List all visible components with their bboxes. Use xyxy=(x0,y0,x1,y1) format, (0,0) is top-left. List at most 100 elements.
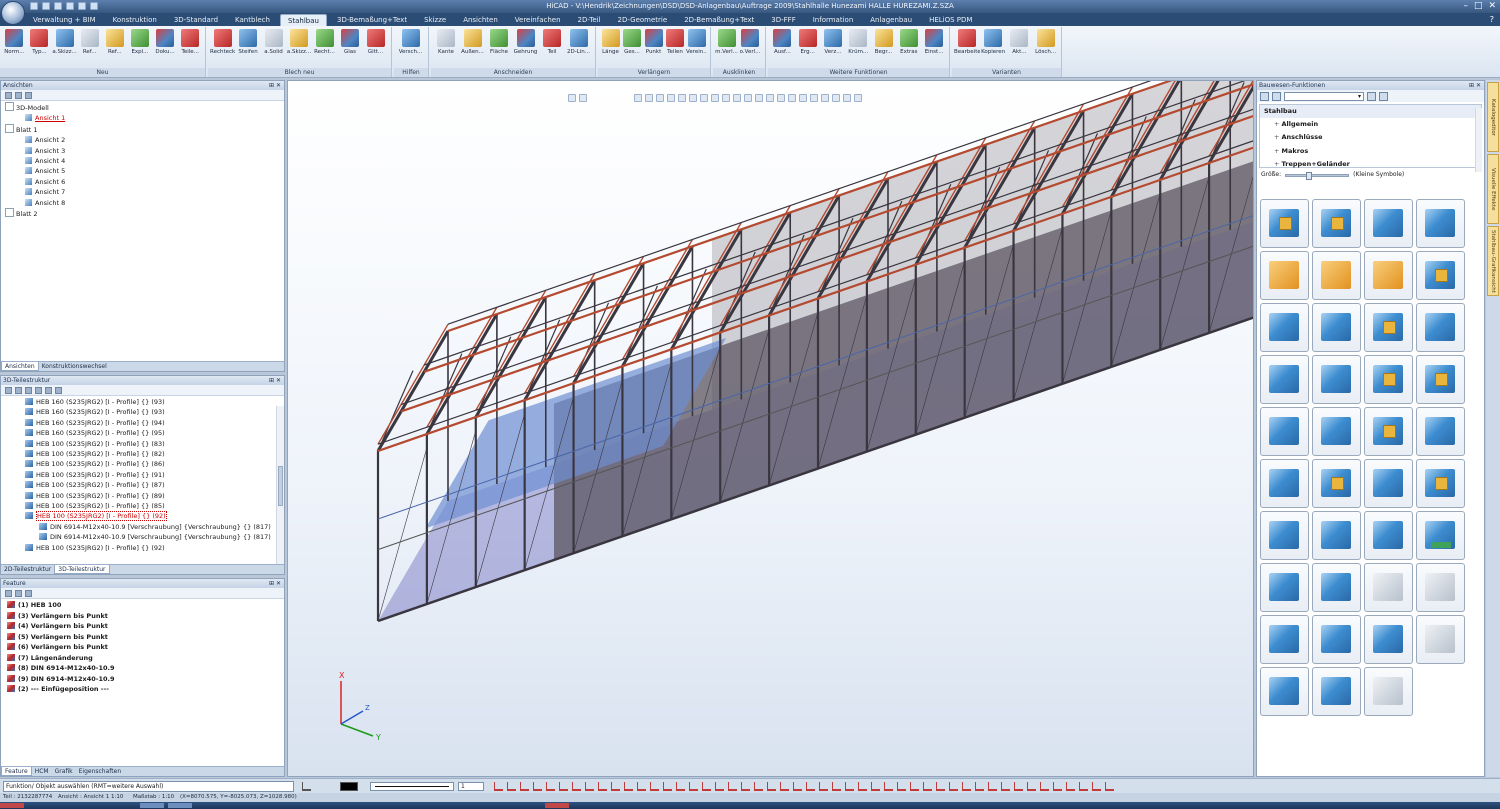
level-2-icon[interactable] xyxy=(45,387,52,394)
steel-function-icon[interactable] xyxy=(1260,251,1309,300)
catalog-tree-item[interactable]: Anschlüsse xyxy=(1264,131,1481,144)
feature-item[interactable]: (9) DIN 6914-M12x40-10.9 xyxy=(3,674,282,685)
view-tree-item[interactable]: Ansicht 1 xyxy=(3,113,282,123)
ribbon-button-0-7[interactable]: Teile... xyxy=(178,27,203,56)
steel-function-icon[interactable] xyxy=(1260,563,1309,612)
tab-4[interactable]: Stahlbau xyxy=(279,14,327,26)
ribbon-button-3-0[interactable]: Kante xyxy=(433,27,459,56)
steel-function-icon[interactable] xyxy=(1312,303,1361,352)
size-slider-knob[interactable] xyxy=(1306,171,1313,180)
catalog-tree-header[interactable]: Stahlbau xyxy=(1260,105,1481,119)
ribbon-button-6-3[interactable]: Krüm... xyxy=(846,27,871,56)
part-tree-item[interactable]: HEB 160 (S235JRG2) [I - Profile] {} (95) xyxy=(25,428,282,438)
tab-11[interactable]: 2D-Bemaßung+Text xyxy=(677,14,761,26)
ribbon-button-7-3[interactable]: Lösch... xyxy=(1033,27,1059,56)
ribbon-button-0-6[interactable]: Doku... xyxy=(153,27,178,56)
cad-tool-icon[interactable] xyxy=(507,782,516,791)
tab-0[interactable]: Verwaltung + BIM xyxy=(26,14,103,26)
steel-function-icon[interactable] xyxy=(1416,355,1465,404)
cad-tool-icon[interactable] xyxy=(858,782,867,791)
panel-tab-0[interactable]: 2D-Teilestruktur xyxy=(1,565,54,574)
ribbon-button-6-2[interactable]: Verz... xyxy=(821,27,846,56)
ribbon-button-1-5[interactable]: Glas xyxy=(338,27,363,56)
ribbon-button-0-0[interactable]: Norm... xyxy=(2,27,27,56)
tab-9[interactable]: 2D-Teil xyxy=(571,14,608,26)
steel-function-icon[interactable] xyxy=(1312,667,1361,716)
part-tree-item[interactable]: HEB 100 (S235JRG2) [I - Profile] {} (87) xyxy=(25,480,282,490)
part-tree-item[interactable]: HEB 160 (S235JRG2) [I - Profile] {} (94) xyxy=(25,418,282,428)
part-tree-item[interactable]: HEB 100 (S235JRG2) [I - Profile] {} (83) xyxy=(25,439,282,449)
steel-function-icon[interactable] xyxy=(1260,303,1309,352)
cad-tool-icon[interactable] xyxy=(728,782,737,791)
color-picker[interactable] xyxy=(340,782,358,791)
steel-function-icon[interactable] xyxy=(1312,459,1361,508)
collapse-icon[interactable] xyxy=(15,92,22,99)
filter-icon[interactable] xyxy=(5,590,12,597)
steel-function-icon[interactable] xyxy=(1364,667,1413,716)
ribbon-button-0-5[interactable]: Expl... xyxy=(128,27,153,56)
search-icon[interactable] xyxy=(25,387,32,394)
cad-tool-icon[interactable] xyxy=(598,782,607,791)
view-tree-item[interactable]: Ansicht 3 xyxy=(3,146,282,156)
ribbon-button-1-4[interactable]: Recht... xyxy=(312,27,337,56)
steel-function-icon[interactable] xyxy=(1260,667,1309,716)
tab-14[interactable]: Anlagenbau xyxy=(863,14,919,26)
cad-tool-icon[interactable] xyxy=(1040,782,1049,791)
steel-hall-model[interactable]: X Y Z xyxy=(288,81,1254,777)
sort-icon[interactable] xyxy=(15,387,22,394)
tab-6[interactable]: Skizze xyxy=(417,14,453,26)
cad-tool-icon[interactable] xyxy=(962,782,971,791)
cad-tool-icon[interactable] xyxy=(884,782,893,791)
catalog-scrollbar[interactable] xyxy=(1475,108,1482,172)
view-tree-item[interactable]: Ansicht 5 xyxy=(3,166,282,176)
part-tree-item[interactable]: HEB 100 (S235JRG2) [I - Profile] {} (91) xyxy=(25,470,282,480)
ribbon-button-6-4[interactable]: Begr... xyxy=(871,27,896,56)
steel-function-icon[interactable] xyxy=(1260,459,1309,508)
ribbon-button-0-1[interactable]: Typ... xyxy=(27,27,52,56)
tab-8[interactable]: Vereinfachen xyxy=(508,14,568,26)
part-tree-item[interactable]: HEB 100 (S235JRG2) [I - Profile] {} (85) xyxy=(25,501,282,511)
ribbon-button-1-3[interactable]: a.Skizz... xyxy=(287,27,312,56)
ribbon-button-4-2[interactable]: Punkt xyxy=(643,27,664,56)
view-tree-item[interactable]: Ansicht 6 xyxy=(3,177,282,187)
steel-function-icon[interactable] xyxy=(1416,459,1465,508)
task-icon[interactable] xyxy=(140,803,164,808)
expand-icon[interactable] xyxy=(5,92,12,99)
steel-function-icon[interactable] xyxy=(1416,563,1465,612)
ribbon-button-0-4[interactable]: Ref... xyxy=(103,27,128,56)
side-tab-2[interactable]: Stahlbau-Grafikansicht xyxy=(1487,226,1499,296)
steel-function-icon[interactable] xyxy=(1416,407,1465,456)
ribbon-button-3-2[interactable]: Fläche xyxy=(486,27,512,56)
back-icon[interactable] xyxy=(1260,92,1269,101)
cad-tool-icon[interactable] xyxy=(845,782,854,791)
catalog-tree-item[interactable]: Allgemein xyxy=(1264,118,1481,131)
line-type-select[interactable] xyxy=(370,782,454,791)
pin-icon[interactable]: ⊞ ✕ xyxy=(269,81,281,90)
steel-function-icon[interactable] xyxy=(1364,511,1413,560)
ribbon-button-4-1[interactable]: Ges... xyxy=(622,27,643,56)
size-slider[interactable] xyxy=(1285,171,1350,180)
steel-function-icon[interactable] xyxy=(1260,615,1309,664)
3d-viewport[interactable]: X Y Z xyxy=(287,80,1254,777)
steel-function-icon[interactable] xyxy=(1364,303,1413,352)
ribbon-button-7-0[interactable]: Bearbeiten xyxy=(954,27,980,56)
purlin[interactable] xyxy=(377,323,449,445)
minimize-button[interactable]: – xyxy=(1463,1,1468,11)
cad-tool-icon[interactable] xyxy=(676,782,685,791)
new-view-icon[interactable] xyxy=(25,92,32,99)
line-width-select[interactable]: 1 xyxy=(458,782,484,791)
part-tree-item[interactable]: DIN 6914-M12x40-10.9 [Verschraubung] {Ve… xyxy=(25,532,282,542)
help-icon[interactable]: ? xyxy=(1490,15,1494,24)
command-prompt[interactable]: Funktion/ Objekt auswählen (RMT=weitere … xyxy=(3,781,294,792)
tab-15[interactable]: HELiOS PDM xyxy=(922,14,979,26)
view-tree-item[interactable]: 3D-Modell xyxy=(3,102,282,113)
cad-tool-icon[interactable] xyxy=(741,782,750,791)
cad-tool-icon[interactable] xyxy=(520,782,529,791)
ribbon-button-3-1[interactable]: Außen... xyxy=(460,27,486,56)
cad-tool-icon[interactable] xyxy=(702,782,711,791)
cad-tool-icon[interactable] xyxy=(533,782,542,791)
start-icon[interactable] xyxy=(0,803,24,808)
cad-tool-icon[interactable] xyxy=(910,782,919,791)
maximize-button[interactable]: □ xyxy=(1474,1,1483,11)
tab-5[interactable]: 3D-Bemaßung+Text xyxy=(330,14,414,26)
